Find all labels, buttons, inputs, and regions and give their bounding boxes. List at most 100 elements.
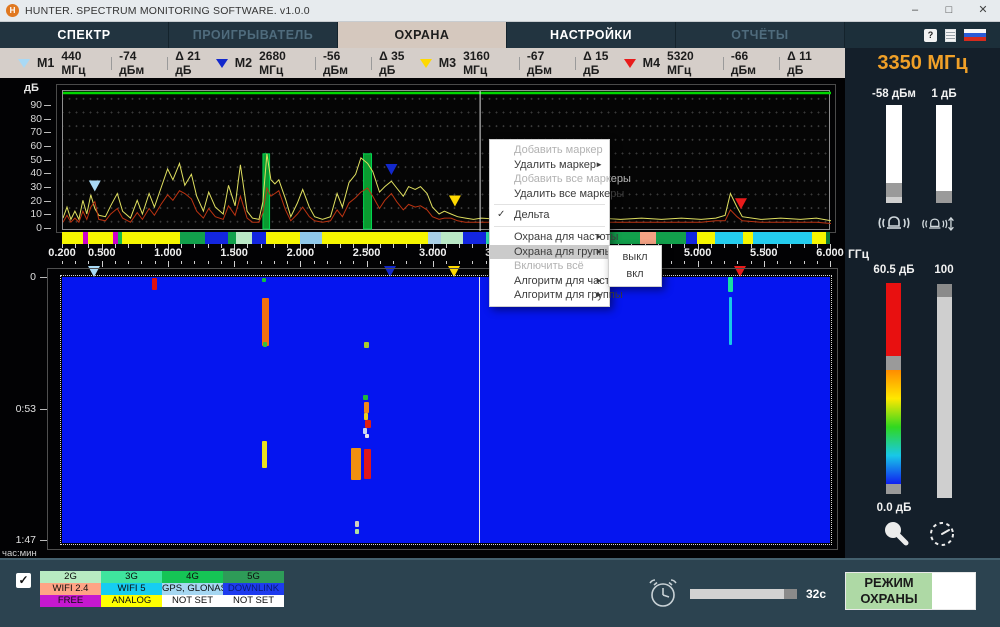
waterfall-signal [365,420,370,428]
context-menu-item[interactable]: Удалить маркер► [490,158,609,173]
x-tick [671,261,672,264]
x-tick [459,261,460,264]
close-button[interactable]: ✕ [966,0,1000,22]
x-tick [194,261,195,264]
tab-проигрыватель[interactable]: ПРОИГРЫВАТЕЛЬ [169,22,338,48]
waterfall-signal [351,448,362,480]
legend-cell: WIFI 2.4 [40,583,101,595]
marker-triangle-icon [216,59,228,68]
y-axis-unit: дБ [24,82,39,94]
time-tick [40,540,47,541]
context-menu-item[interactable]: Алгоритм для частоты► [490,274,609,289]
context-menu-item[interactable]: Включить всё [490,259,609,274]
tab-bar-extras: ? [845,22,1000,48]
waterfall-signal [728,277,733,292]
gauge-tool-icon[interactable] [925,518,959,550]
band-segment [826,232,830,244]
band-segment [686,232,697,244]
y-tick [44,119,51,120]
chart-marker-m3[interactable] [449,195,461,206]
menu-item-label: Дельта [514,209,550,221]
band-segment [463,232,486,244]
waterfall-signal [262,441,267,468]
band-legend: 2G3G4G5GWIFI 2.4WIFI 5GPS, GLONASSDOWNLI… [40,571,284,607]
context-menu-item[interactable]: Добавить маркер [490,143,609,158]
x-tick [314,261,315,264]
legend-cell: NOT SET [162,595,223,607]
legend-cell: ANALOG [101,595,162,607]
context-menu: Добавить маркерУдалить маркер►Добавить в… [489,139,610,307]
x-tick-label: 5.500 [750,247,778,259]
chart-area: дБ час:мин 90807060504030201000.2000.500… [0,78,845,558]
menu-separator [494,226,605,227]
x-tick [684,261,685,264]
interval-slider[interactable] [690,589,797,599]
guard-mode-button[interactable]: РЕЖИМ ОХРАНЫ [845,572,976,610]
band-segment [656,232,686,244]
delta-threshold-slider[interactable] [936,105,952,203]
waterfall-signal [263,342,267,347]
band-segment [640,232,656,244]
app-icon: H [6,4,19,17]
x-tick [155,261,156,264]
x-tick [75,261,76,264]
submenu-arrow-icon: ► [595,245,603,260]
x-tick [208,261,209,264]
interval-slider-handle[interactable] [784,589,797,599]
tab-отчёты[interactable]: ОТЧЁТЫ [676,22,845,48]
color-scale-slider[interactable] [886,283,901,494]
russian-flag-icon[interactable] [964,29,986,42]
x-tick [115,261,116,264]
legend-checkbox[interactable]: ✓ [16,573,31,588]
tab-спектр[interactable]: СПЕКТР [0,22,169,48]
tab-охрана[interactable]: ОХРАНА [338,22,507,48]
legend-cell: 2G [40,571,101,583]
y-tick-label: 50 [8,154,42,166]
timer-icon[interactable] [646,577,680,611]
zoom-tool-icon[interactable] [879,518,913,550]
waterfall[interactable] [62,277,830,543]
separator [111,57,112,70]
x-tick [141,244,142,248]
chart-marker-m1[interactable] [89,180,101,191]
report-icon[interactable] [945,29,956,42]
legend-cell: FREE [40,595,101,607]
context-submenu-item[interactable]: вкл [609,266,661,283]
x-tick [128,244,129,248]
context-submenu-item[interactable]: выкл [609,249,661,266]
context-menu-item[interactable]: Алгоритм для группы► [490,288,609,303]
separator [519,57,520,70]
tab-настройки[interactable]: НАСТРОЙКИ [507,22,676,48]
x-tick [393,244,394,248]
chart-marker-m2[interactable] [385,164,397,175]
band-segment [180,232,205,244]
x-tick [804,261,805,264]
band-segment [88,232,113,244]
x-axis-unit: ГГц [848,247,869,261]
legend-cell: WIFI 5 [101,583,162,595]
alarm-delta-icon[interactable] [921,212,955,244]
help-button[interactable]: ? [924,29,937,42]
context-menu-item[interactable]: Охрана для группы► [490,245,609,260]
context-menu-item[interactable]: Удалить все маркеры [490,187,609,202]
context-menu-item[interactable]: ✓Дельта [490,208,609,223]
x-tick-label: 1.500 [220,247,248,259]
maximize-button[interactable]: □ [932,0,966,22]
context-menu-item[interactable]: Охрана для частоты► [490,230,609,245]
x-tick [274,244,275,248]
spectrum-plot[interactable] [62,90,830,230]
waterfall-signal [262,278,266,282]
separator [167,57,168,70]
separator [575,57,576,70]
legend-cell: 5G [223,571,284,583]
level-threshold-slider[interactable] [886,105,902,203]
marker-delta: Δ 21 дБ [175,49,215,77]
x-tick [446,261,447,264]
history-slider[interactable] [937,284,952,498]
context-menu-item[interactable]: Добавить все маркеры [490,172,609,187]
minimize-button[interactable]: – [898,0,932,22]
marker-triangle-icon [420,59,432,68]
y-tick [44,105,51,106]
waterfall-signal [364,402,369,413]
alarm-level-icon[interactable] [877,212,911,244]
